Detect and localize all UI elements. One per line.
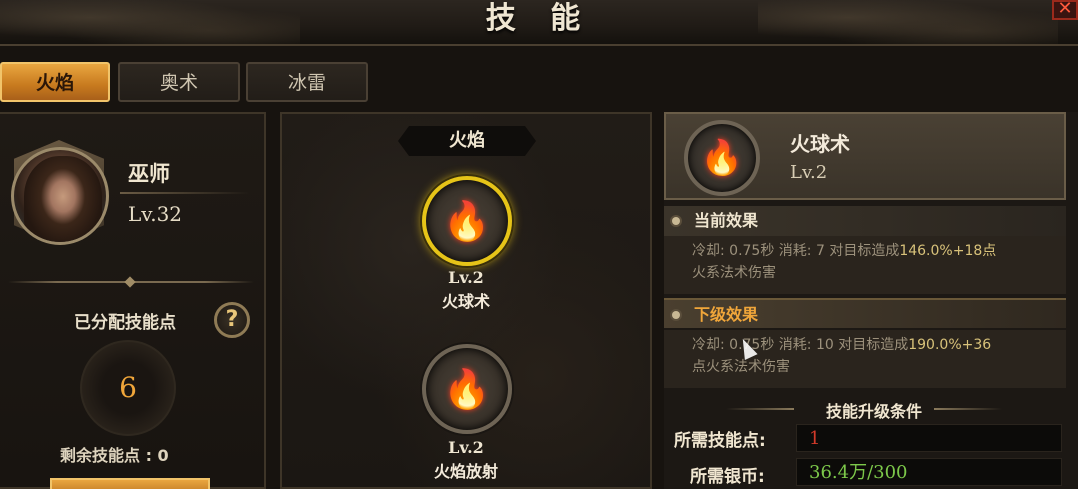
current-effect-title: 当前效果 (694, 211, 759, 230)
close-icon: ✕ (1057, 0, 1073, 19)
requirements-line-right (934, 408, 1002, 410)
remaining-points-label: 剩余技能点 : 0 (60, 446, 169, 465)
required-silver-value: 36.4万/300 (796, 458, 1062, 486)
current-effect-text: 冷却: 0.75秒 消耗: 7 对目标造成146.0%+18点 火系法术伤害 (664, 236, 1066, 294)
character-level: Lv.32 (128, 202, 183, 226)
current-effect-damage: 146.0%+18 (899, 243, 983, 259)
next-effect-title: 下级效果 (694, 305, 759, 324)
bullet-icon (672, 217, 680, 225)
selected-skill-level: Lv.2 (790, 162, 828, 183)
next-effect-type: 点火系法术伤害 (692, 359, 790, 375)
skill-detail-panel: 🔥 火球术 Lv.2 当前效果 冷却: 0.75秒 消耗: 7 对目标造成146… (664, 112, 1078, 489)
skill-node-level: Lv.2 (448, 438, 484, 457)
current-effect-type: 火系法术伤害 (692, 265, 776, 281)
required-points-label: 所需技能点: (674, 431, 766, 451)
allocated-points-label: 已分配技能点 (74, 313, 176, 333)
current-effect-stats: 冷却: 0.75秒 消耗: 7 对目标造成 (692, 243, 900, 259)
skill-node-flame-spray[interactable]: 🔥 (422, 344, 512, 434)
close-button[interactable]: ✕ (1052, 0, 1078, 20)
flame-spray-icon: 🔥 (443, 367, 491, 411)
skill-node-fireball[interactable]: 🔥 (422, 176, 512, 266)
current-effect-header: 当前效果 (664, 206, 1066, 236)
ornament-divider (8, 278, 254, 286)
avatar[interactable] (6, 132, 112, 252)
required-silver-label: 所需银币: (690, 467, 765, 487)
fireball-icon: 🔥 (443, 199, 491, 243)
skill-node-level: Lv.2 (448, 268, 484, 287)
current-effect-unit: 点 (982, 243, 997, 259)
skill-node-name: 火焰放射 (433, 462, 498, 481)
tab-frost-thunder[interactable]: 冰雷 (246, 62, 368, 102)
help-button[interactable]: ? (214, 302, 250, 338)
character-panel: 巫师 Lv.32 已分配技能点 ? 6 剩余技能点 : 0 (0, 112, 266, 489)
selected-skill-icon: 🔥 (684, 120, 760, 196)
bullet-icon (672, 311, 680, 319)
character-class-name: 巫师 (128, 162, 170, 186)
required-points-value: 1 (796, 424, 1062, 452)
next-effect-header: 下级效果 (664, 298, 1066, 328)
title-bar: 技 能 ✕ (0, 0, 1078, 46)
selected-skill-card: 🔥 火球术 Lv.2 (664, 112, 1066, 200)
tab-fire[interactable]: 火焰 (0, 62, 110, 102)
skill-tree-school-title: 火焰 (398, 126, 536, 156)
next-effect-damage: 190.0%+36 (908, 337, 992, 353)
fireball-icon: 🔥 (700, 138, 744, 178)
requirements-title: 技能升级条件 (825, 402, 922, 421)
next-effect-stats: 冷却: 0.75秒 消耗: 10 对目标造成 (692, 337, 909, 353)
selected-skill-name: 火球术 (790, 132, 850, 156)
next-effect-text: 冷却: 0.75秒 消耗: 10 对目标造成190.0%+36 点火系法术伤害 (664, 330, 1066, 388)
question-icon: ? (225, 307, 239, 332)
tab-arcane[interactable]: 奥术 (118, 62, 240, 102)
avatar-portrait (11, 147, 109, 245)
allocated-points-value: 6 (119, 371, 137, 404)
reset-button[interactable] (50, 478, 210, 489)
window-title: 技 能 (485, 1, 593, 36)
name-divider (120, 192, 250, 194)
skill-node-name: 火球术 (441, 292, 490, 311)
portrait-face (24, 156, 102, 242)
